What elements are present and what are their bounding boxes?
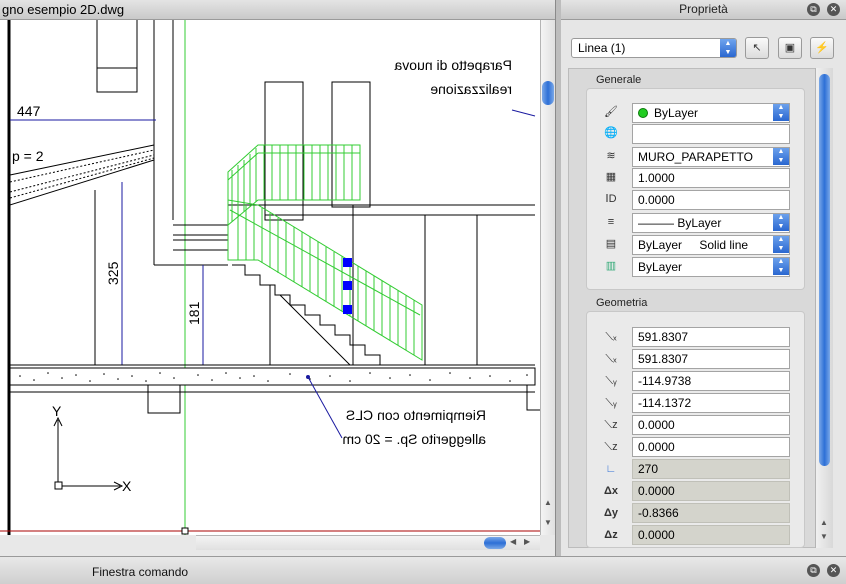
linetype-icon: ▤ [605, 238, 617, 250]
angle-icon: ∟ [605, 463, 617, 475]
green-swatch-icon [638, 108, 648, 118]
end-y-field[interactable]: -114.1372 [632, 393, 790, 413]
quick-select-icon: ⚡ [815, 42, 829, 54]
toggle-pickadd-button[interactable]: ▣ [778, 37, 802, 59]
thickness-field[interactable]: 0.0000 [632, 190, 790, 210]
linetype-value: ByLayer [638, 238, 683, 252]
lineweight-icon: ≡ [607, 216, 615, 228]
end-z-icon: ⟍z [604, 441, 618, 453]
end-x-icon: ⟍ₓ [605, 353, 617, 365]
start-x-icon: ⟍ₓ [605, 331, 617, 343]
delta-z-field: 0.0000 [632, 525, 790, 545]
properties-title: Proprietà [679, 2, 728, 16]
scroll-up-icon[interactable]: ▲ [544, 498, 552, 507]
delta-x-icon: Δx [603, 485, 619, 497]
drawing-canvas[interactable]: 447 p = 2 325 181 Parapetto di nuova rea… [0, 20, 540, 535]
axis-y-label: Y [52, 403, 62, 419]
properties-panel-header: Proprietà ⧉ ✕ [561, 0, 846, 20]
command-window-bar[interactable]: Finestra comando ⧉ ✕ [0, 556, 846, 584]
end-z-field[interactable]: 0.0000 [632, 437, 790, 457]
material-value: ByLayer [638, 260, 683, 274]
properties-vertical-scrollbar[interactable]: ▲ ▼ [815, 68, 833, 548]
props-scroll-down-icon[interactable]: ▼ [820, 532, 828, 541]
color-value: ByLayer [654, 106, 699, 120]
dimension-181: 181 [186, 301, 202, 325]
quick-select-button[interactable]: ⚡ [810, 37, 834, 59]
properties-scroll-thumb[interactable] [819, 74, 830, 466]
start-z-field[interactable]: 0.0000 [632, 415, 790, 435]
plot-style-field[interactable] [632, 124, 790, 144]
drawing-bottom-spacer [0, 535, 196, 550]
command-float-icon[interactable]: ⧉ [807, 564, 820, 577]
layer-select[interactable]: MURO_PARAPETTO ▲ ▼ [632, 147, 790, 167]
grip-bottom[interactable] [343, 305, 352, 314]
chevron-updown-icon: ▲ ▼ [773, 236, 789, 253]
start-z-icon: ⟍z [604, 419, 618, 431]
color-select[interactable]: ByLayer ▲ ▼ [632, 103, 790, 123]
material-select[interactable]: ByLayer ▲ ▼ [632, 257, 790, 277]
angle-field: 270 [632, 459, 790, 479]
select-objects-button[interactable]: ↖ [745, 37, 769, 59]
label-p: p = 2 [12, 148, 44, 164]
grip-middle[interactable] [343, 281, 352, 290]
linetype-scale-icon: ▦ [605, 171, 617, 183]
scroll-left-icon[interactable]: ◀ [510, 537, 516, 546]
dimension-325: 325 [105, 261, 121, 285]
drawing-horizontal-scroll-thumb[interactable] [484, 537, 506, 549]
object-type-select[interactable]: Linea (1) ▲ ▼ [571, 38, 737, 58]
scroll-right-icon[interactable]: ▶ [524, 537, 530, 546]
layer-icon: ≋ [606, 150, 616, 162]
chevron-updown-icon: ▲ ▼ [773, 148, 789, 165]
material-icon: ▥ [605, 260, 617, 272]
dimension-447: 447 [17, 103, 41, 119]
pickadd-icon: ▣ [784, 42, 796, 54]
grip-top[interactable] [343, 258, 352, 267]
chevron-updown-icon: ▲ ▼ [773, 258, 789, 275]
chevron-updown-icon: ▲ ▼ [720, 39, 736, 57]
drawing-vertical-scrollbar[interactable]: ▲ ▼ [540, 20, 555, 535]
linetype-scale-field[interactable]: 1.0000 [632, 168, 790, 188]
layer-value: MURO_PARAPETTO [638, 150, 753, 164]
drawing-vertical-scroll-thumb[interactable] [542, 81, 554, 105]
end-y-icon: ⟍ᵧ [605, 397, 617, 409]
start-y-icon: ⟍ᵧ [605, 375, 617, 387]
start-y-field[interactable]: -114.9738 [632, 371, 790, 391]
panel-close-icon[interactable]: ✕ [827, 3, 840, 16]
note-parapet-line1: Parapetto di nuova [394, 57, 512, 73]
thickness-icon: ⅠD [605, 193, 617, 205]
chevron-updown-icon: ▲ ▼ [773, 214, 789, 231]
props-scroll-up-icon[interactable]: ▲ [820, 518, 828, 527]
delta-z-icon: Δz [604, 529, 618, 541]
end-x-field[interactable]: 591.8307 [632, 349, 790, 369]
cursor-icon: ↖ [752, 42, 762, 54]
section-geometry-label: Geometria [596, 297, 648, 309]
plot-style-icon: 🌐 [604, 127, 618, 139]
ucs-icon: Y X [52, 403, 132, 494]
delta-y-field: -0.8366 [632, 503, 790, 523]
lineweight-select[interactable]: ——— ByLayer ▲ ▼ [632, 213, 790, 233]
delta-x-field: 0.0000 [632, 481, 790, 501]
section-general-label: Generale [596, 74, 642, 86]
drawing-horizontal-scrollbar[interactable]: ◀ ▶ [196, 535, 540, 550]
selector-row: Linea (1) ▲ ▼ ↖ ▣ ⚡ [571, 37, 841, 59]
axis-x-label: X [122, 478, 132, 494]
linetype-name: Solid line [699, 238, 749, 252]
cad-drawing[interactable]: 447 p = 2 325 181 Parapetto di nuova rea… [0, 20, 540, 535]
delta-y-icon: Δy [603, 507, 619, 519]
note-parapet-line2: realizzazione [430, 81, 512, 97]
lineweight-value: ——— ByLayer [638, 216, 722, 230]
object-type-value: Linea (1) [578, 41, 626, 55]
color-icon: 🖌 [604, 106, 618, 118]
scroll-down-icon[interactable]: ▼ [544, 518, 552, 527]
chevron-updown-icon: ▲ ▼ [773, 104, 789, 121]
note-fill-line2: alleggerito Sp. = 20 cm [342, 431, 486, 447]
start-x-field[interactable]: 591.8307 [632, 327, 790, 347]
note-fill-line1: Riempimento con CLS [346, 407, 486, 423]
command-window-title: Finestra comando [92, 565, 189, 579]
linetype-select[interactable]: ByLayer Solid line ▲ ▼ [632, 235, 790, 255]
panel-float-icon[interactable]: ⧉ [807, 3, 820, 16]
command-close-icon[interactable]: ✕ [827, 564, 840, 577]
drawing-window-title: gno esempio 2D.dwg [0, 0, 561, 20]
